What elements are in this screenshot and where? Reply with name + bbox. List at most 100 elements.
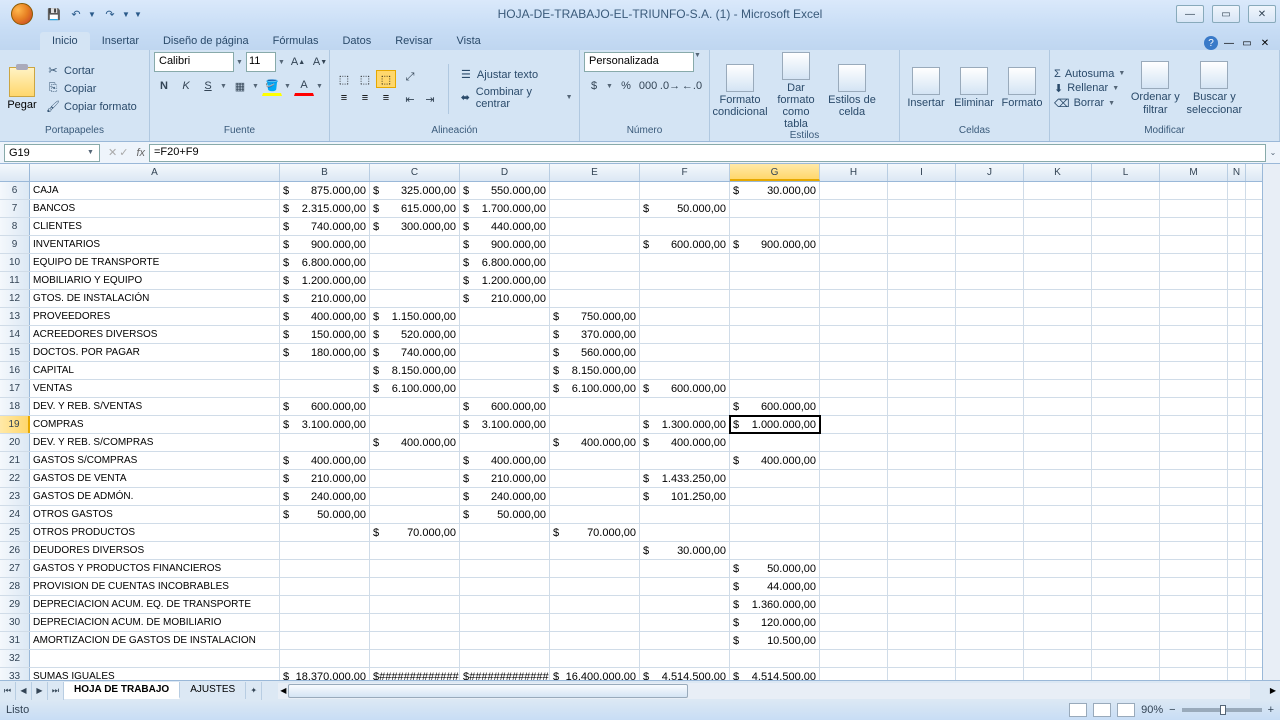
cell-H27[interactable] (820, 560, 888, 577)
cell-J11[interactable] (956, 272, 1024, 289)
cell-F26[interactable]: $30.000,00 (640, 542, 730, 559)
cell-K17[interactable] (1024, 380, 1092, 397)
cell-L8[interactable] (1092, 218, 1160, 235)
cell-N14[interactable] (1228, 326, 1246, 343)
column-header-K[interactable]: K (1024, 164, 1092, 181)
cell-N32[interactable] (1228, 650, 1246, 667)
cell-I25[interactable] (888, 524, 956, 541)
cell-E22[interactable] (550, 470, 640, 487)
cell-L16[interactable] (1092, 362, 1160, 379)
autosum-button[interactable]: ΣAutosuma▼ (1054, 68, 1126, 80)
cell-H26[interactable] (820, 542, 888, 559)
font-size-select[interactable]: 11 (246, 52, 276, 72)
cell-E8[interactable] (550, 218, 640, 235)
cell-A7[interactable]: BANCOS (30, 200, 280, 217)
cell-H32[interactable] (820, 650, 888, 667)
cell-H20[interactable] (820, 434, 888, 451)
cell-styles-button[interactable]: Estilos de celda (826, 64, 878, 118)
cell-C14[interactable]: $520.000,00 (370, 326, 460, 343)
row-header[interactable]: 10 (0, 254, 30, 271)
decrease-decimal-icon[interactable]: ←.0 (682, 76, 702, 96)
cell-B32[interactable] (280, 650, 370, 667)
cell-I29[interactable] (888, 596, 956, 613)
cell-N27[interactable] (1228, 560, 1246, 577)
cell-H19[interactable] (820, 416, 888, 433)
cell-A31[interactable]: AMORTIZACION DE GASTOS DE INSTALACION (30, 632, 280, 649)
cell-J17[interactable] (956, 380, 1024, 397)
cell-C20[interactable]: $400.000,00 (370, 434, 460, 451)
cell-C9[interactable] (370, 236, 460, 253)
cell-G16[interactable] (730, 362, 820, 379)
cell-M18[interactable] (1160, 398, 1228, 415)
cell-F7[interactable]: $50.000,00 (640, 200, 730, 217)
cell-L14[interactable] (1092, 326, 1160, 343)
zoom-out-icon[interactable]: − (1169, 704, 1175, 716)
cell-F23[interactable]: $101.250,00 (640, 488, 730, 505)
cell-A9[interactable]: INVENTARIOS (30, 236, 280, 253)
cell-B17[interactable] (280, 380, 370, 397)
zoom-in-icon[interactable]: + (1268, 704, 1274, 716)
horizontal-scrollbar[interactable]: ◀ (278, 683, 1250, 699)
cell-E7[interactable] (550, 200, 640, 217)
cell-C27[interactable] (370, 560, 460, 577)
cell-D15[interactable] (460, 344, 550, 361)
column-header-A[interactable]: A (30, 164, 280, 181)
cell-K24[interactable] (1024, 506, 1092, 523)
cell-H7[interactable] (820, 200, 888, 217)
cell-M19[interactable] (1160, 416, 1228, 433)
cell-D32[interactable] (460, 650, 550, 667)
cell-H6[interactable] (820, 182, 888, 199)
cell-C10[interactable] (370, 254, 460, 271)
row-header[interactable]: 8 (0, 218, 30, 235)
cell-J9[interactable] (956, 236, 1024, 253)
cell-C17[interactable]: $6.100.000,00 (370, 380, 460, 397)
cell-N10[interactable] (1228, 254, 1246, 271)
align-top-icon[interactable]: ⬚ (334, 70, 354, 88)
column-header-E[interactable]: E (550, 164, 640, 181)
cell-N13[interactable] (1228, 308, 1246, 325)
first-sheet-icon[interactable]: ⏮ (0, 682, 16, 700)
cell-I20[interactable] (888, 434, 956, 451)
cell-K10[interactable] (1024, 254, 1092, 271)
cell-A18[interactable]: DEV. Y REB. S/VENTAS (30, 398, 280, 415)
cell-D11[interactable]: $1.200.000,00 (460, 272, 550, 289)
cell-A30[interactable]: DEPRECIACION ACUM. DE MOBILIARIO (30, 614, 280, 631)
cell-A24[interactable]: OTROS GASTOS (30, 506, 280, 523)
cell-C29[interactable] (370, 596, 460, 613)
cell-G22[interactable] (730, 470, 820, 487)
borders-button[interactable]: ▦ (230, 76, 250, 96)
cell-I9[interactable] (888, 236, 956, 253)
cell-B33[interactable]: $18.370.000,00 (280, 668, 370, 680)
orientation-icon[interactable]: ⤢ (400, 68, 420, 88)
row-header[interactable]: 33 (0, 668, 30, 680)
cell-A25[interactable]: OTROS PRODUCTOS (30, 524, 280, 541)
cell-I18[interactable] (888, 398, 956, 415)
cell-F21[interactable] (640, 452, 730, 469)
cell-K15[interactable] (1024, 344, 1092, 361)
cell-N24[interactable] (1228, 506, 1246, 523)
cell-F9[interactable]: $600.000,00 (640, 236, 730, 253)
help-icon[interactable]: ? (1204, 36, 1218, 50)
cell-F10[interactable] (640, 254, 730, 271)
cell-A11[interactable]: MOBILIARIO Y EQUIPO (30, 272, 280, 289)
cell-A14[interactable]: ACREEDORES DIVERSOS (30, 326, 280, 343)
decrease-indent-icon[interactable]: ⇤ (400, 90, 420, 110)
cell-H29[interactable] (820, 596, 888, 613)
cell-K14[interactable] (1024, 326, 1092, 343)
cell-N21[interactable] (1228, 452, 1246, 469)
cell-J33[interactable] (956, 668, 1024, 680)
last-sheet-icon[interactable]: ⏭ (48, 682, 64, 700)
italic-button[interactable]: K (176, 76, 196, 96)
cell-D33[interactable]: $############# (460, 668, 550, 680)
cell-N33[interactable] (1228, 668, 1246, 680)
row-header[interactable]: 7 (0, 200, 30, 217)
cell-C13[interactable]: $1.150.000,00 (370, 308, 460, 325)
name-box[interactable]: G19▼ (4, 144, 100, 162)
insert-cells-button[interactable]: Insertar (904, 67, 948, 109)
cell-M10[interactable] (1160, 254, 1228, 271)
cell-E21[interactable] (550, 452, 640, 469)
cell-L25[interactable] (1092, 524, 1160, 541)
cell-I6[interactable] (888, 182, 956, 199)
cell-N20[interactable] (1228, 434, 1246, 451)
cell-G8[interactable] (730, 218, 820, 235)
